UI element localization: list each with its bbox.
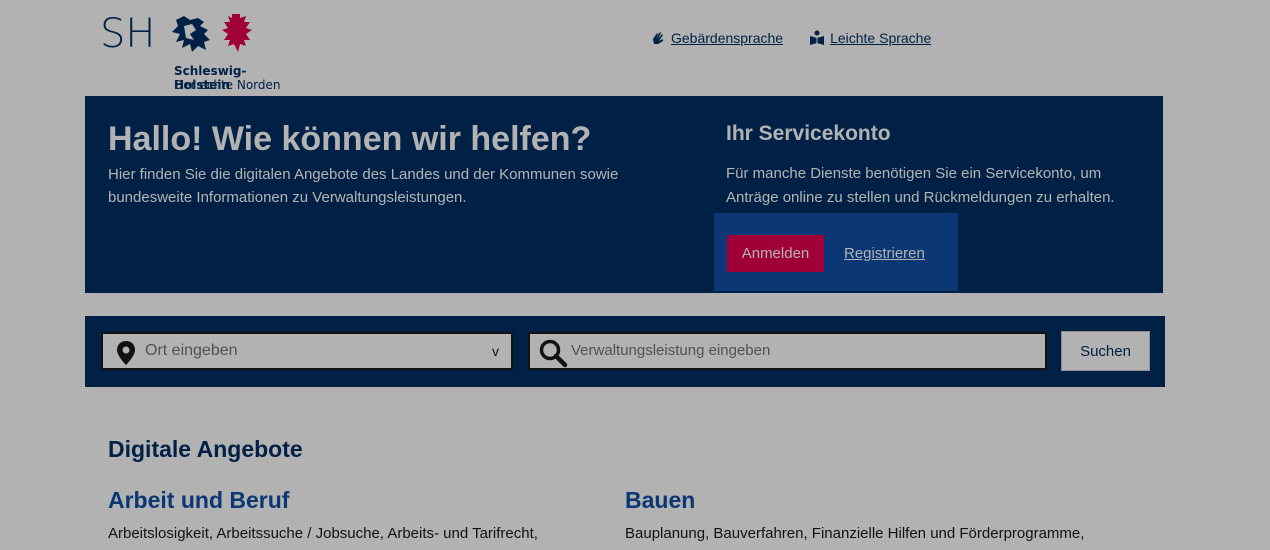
search-bar: Ort eingeben v Verwaltungsleistung einge… bbox=[85, 316, 1165, 387]
hero-text: Hier finden Sie die digitalen Angebote d… bbox=[108, 166, 619, 206]
category-bauen: Bauen Bauplanung, Bauverfahren, Finanzie… bbox=[625, 485, 1105, 545]
context-menu-ghost-text: ntecklger Ausschneiden bbox=[0, 473, 144, 489]
category-title[interactable]: Arbeit und Beruf bbox=[108, 485, 588, 515]
chevron-down-icon: v bbox=[492, 343, 499, 359]
logo-claim: Der echte Norden bbox=[174, 78, 281, 92]
register-link[interactable]: Registrieren bbox=[844, 245, 925, 262]
search-icon bbox=[539, 339, 568, 368]
servicekonto-title: Ihr Servicekonto bbox=[726, 122, 891, 145]
servicekonto-text: Für manche Dienste benötigen Sie ein Ser… bbox=[726, 165, 1115, 206]
digital-offers-title: Digitale Angebote bbox=[108, 436, 303, 462]
category-title[interactable]: Bauen bbox=[625, 485, 1105, 515]
easy-language-icon bbox=[810, 30, 825, 45]
accessibility-links: Gebärdensprache Leichte Sprache bbox=[650, 30, 931, 46]
coat-of-arms-icon bbox=[172, 14, 252, 52]
logo-letters: SH bbox=[100, 11, 156, 57]
hero-banner: Hallo! Wie können wir helfen? Hier finde… bbox=[85, 96, 1163, 293]
sign-language-link[interactable]: Gebärdensprache bbox=[650, 30, 783, 46]
category-description: Bauplanung, Bauverfahren, Finanzielle Hi… bbox=[625, 525, 1085, 542]
location-pin-icon bbox=[117, 341, 135, 365]
location-placeholder: Ort eingeben bbox=[145, 342, 238, 359]
servicekonto-actions: Anmelden Registrieren bbox=[714, 213, 958, 291]
login-button[interactable]: Anmelden bbox=[727, 235, 824, 272]
sign-language-label: Gebärdensprache bbox=[671, 30, 784, 46]
sign-language-icon bbox=[653, 32, 663, 44]
service-search-input[interactable]: Verwaltungsleistung eingeben bbox=[528, 332, 1047, 370]
service-search-placeholder: Verwaltungsleistung eingeben bbox=[571, 342, 771, 359]
hero-title: Hallo! Wie können wir helfen? bbox=[108, 120, 592, 158]
category-arbeit-und-beruf: Arbeit und Beruf Arbeitslosigkeit, Arbei… bbox=[108, 485, 588, 545]
location-select[interactable]: Ort eingeben v bbox=[101, 332, 513, 370]
search-button[interactable]: Suchen bbox=[1061, 331, 1150, 371]
easy-language-label: Leichte Sprache bbox=[830, 30, 932, 46]
category-description: Arbeitslosigkeit, Arbeitssuche / Jobsuch… bbox=[108, 525, 538, 542]
easy-language-link[interactable]: Leichte Sprache bbox=[809, 30, 931, 46]
site-logo[interactable]: SH Schleswig-Holstein Der echte Norden bbox=[100, 10, 300, 94]
